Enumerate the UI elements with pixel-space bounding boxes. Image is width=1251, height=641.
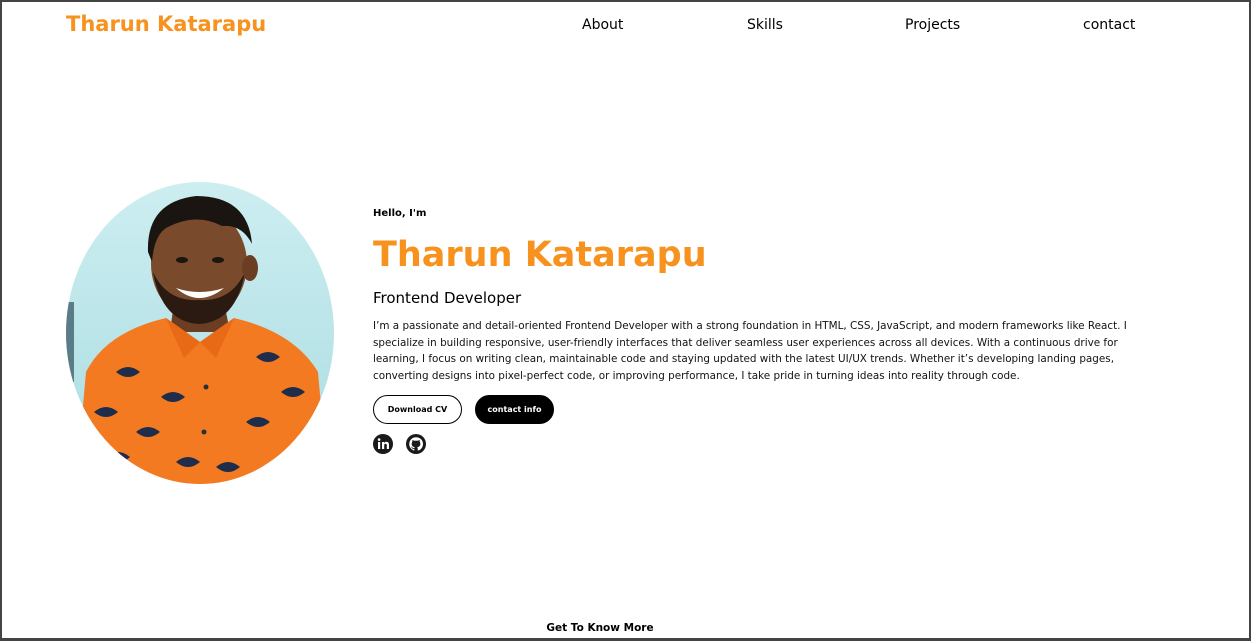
linkedin-icon[interactable] — [373, 434, 393, 454]
nav-link-projects[interactable]: Projects — [905, 17, 960, 33]
hero-buttons: Download CV contact info — [373, 395, 1173, 424]
social-links — [373, 434, 1173, 454]
github-icon[interactable] — [406, 434, 426, 454]
download-cv-button[interactable]: Download CV — [373, 395, 462, 424]
hero-role: Frontend Developer — [373, 289, 522, 307]
nav-link-skills[interactable]: Skills — [747, 17, 783, 33]
hero-greeting: Hello, I'm — [373, 208, 427, 219]
profile-photo — [66, 182, 334, 484]
get-to-know-more-link[interactable]: Get To Know More — [0, 622, 1200, 634]
top-navbar: Tharun Katarapu About Skills Projects co… — [0, 0, 1251, 52]
contact-info-button[interactable]: contact info — [475, 395, 554, 424]
nav-link-about[interactable]: About — [582, 17, 623, 33]
hero-bio: I’m a passionate and detail-oriented Fro… — [373, 320, 1127, 382]
hero-section: Hello, I'm Tharun Katarapu Frontend Deve… — [373, 208, 1173, 454]
site-logo[interactable]: Tharun Katarapu — [66, 12, 266, 36]
nav-link-contact[interactable]: contact — [1083, 17, 1135, 33]
hero-name: Tharun Katarapu — [373, 235, 707, 275]
